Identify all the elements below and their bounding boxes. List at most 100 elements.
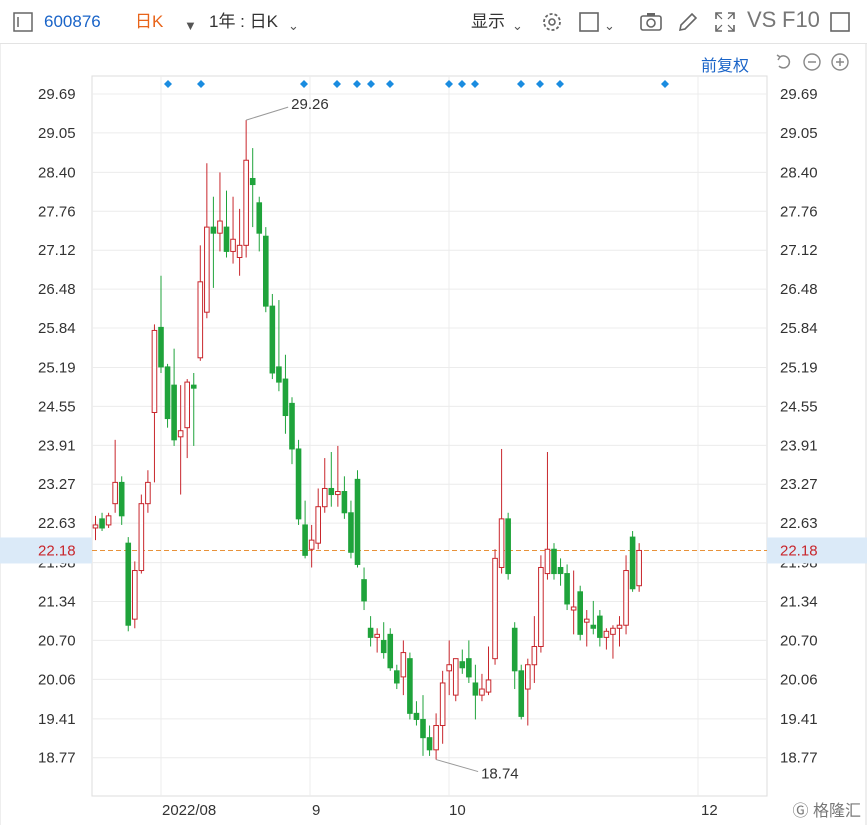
candle-body[interactable] [551, 548, 557, 575]
candle-body[interactable] [315, 506, 321, 544]
candle-body[interactable] [485, 679, 492, 693]
candle-body[interactable] [367, 627, 374, 638]
candle-body[interactable] [321, 487, 328, 508]
candle-body[interactable] [341, 491, 348, 514]
candle-body[interactable] [518, 670, 525, 717]
candle-body[interactable] [597, 615, 603, 638]
candle-body[interactable] [374, 633, 380, 638]
event-marker[interactable] [556, 80, 564, 88]
candle-body[interactable] [472, 682, 479, 696]
candle-body[interactable] [394, 670, 400, 684]
candle-body[interactable] [295, 448, 302, 520]
candle-body[interactable] [249, 177, 256, 186]
candle-body[interactable] [570, 606, 577, 611]
candle-body[interactable] [557, 566, 564, 575]
candle-body[interactable] [459, 661, 466, 669]
candle-body[interactable] [413, 712, 420, 720]
candle-body[interactable] [361, 579, 367, 602]
candle-body[interactable] [452, 658, 459, 696]
candle-body[interactable] [236, 244, 243, 259]
event-marker[interactable] [517, 80, 525, 88]
event-marker[interactable] [333, 80, 341, 88]
candle-body[interactable] [190, 384, 197, 389]
candle-body[interactable] [433, 725, 439, 751]
candle-body[interactable] [354, 478, 361, 565]
candle-body[interactable] [603, 630, 610, 638]
candle-body[interactable] [138, 503, 145, 572]
candle-body[interactable] [197, 281, 204, 359]
candle-body[interactable] [302, 524, 308, 556]
candle-body[interactable] [564, 573, 570, 605]
event-marker[interactable] [197, 80, 205, 88]
candle-body[interactable] [420, 718, 426, 739]
candle-body[interactable] [629, 536, 636, 590]
candle-body[interactable] [623, 570, 629, 626]
candle-body[interactable] [505, 518, 511, 575]
event-marker[interactable] [661, 80, 669, 88]
candle-body[interactable] [158, 326, 164, 368]
candle-body[interactable] [426, 737, 433, 751]
candle-body[interactable] [171, 384, 177, 441]
candle-body[interactable] [132, 570, 138, 620]
candle-body[interactable] [217, 220, 223, 234]
candle-body[interactable] [348, 512, 354, 553]
candle-body[interactable] [400, 652, 407, 678]
candle-body[interactable] [544, 548, 551, 575]
candle-body[interactable] [636, 549, 642, 587]
candle-body[interactable] [407, 658, 413, 714]
candle-body[interactable] [164, 366, 171, 420]
event-marker[interactable] [164, 80, 172, 88]
candle-body[interactable] [177, 430, 184, 438]
candle-body[interactable] [479, 688, 485, 696]
candle-body[interactable] [204, 226, 210, 313]
candle-body[interactable] [531, 646, 538, 666]
candle-body[interactable] [151, 329, 158, 413]
candlestick-chart[interactable]: 29.69 29.69 29.05 29.05 28.40 28.40 27.76 27.76… [0, 0, 867, 825]
candle-body[interactable] [145, 481, 151, 505]
candle-body[interactable] [243, 159, 249, 246]
candle-body[interactable] [118, 481, 125, 517]
candle-body[interactable] [105, 515, 112, 526]
candle-body[interactable] [492, 557, 498, 660]
candle-body[interactable] [308, 539, 315, 550]
candle-body[interactable] [263, 235, 269, 307]
candle-body[interactable] [616, 624, 623, 629]
event-marker[interactable] [458, 80, 466, 88]
event-marker[interactable] [367, 80, 375, 88]
candle-body[interactable] [184, 381, 190, 429]
candle-body[interactable] [328, 487, 335, 496]
candle-body[interactable] [498, 518, 505, 568]
event-marker[interactable] [300, 80, 308, 88]
candle-body[interactable] [112, 481, 118, 505]
candle-body[interactable] [538, 566, 544, 648]
event-marker[interactable] [353, 80, 361, 88]
candle-body[interactable] [387, 633, 394, 669]
candle-body[interactable] [99, 518, 105, 529]
candle-body[interactable] [380, 639, 387, 654]
candle-body[interactable] [446, 664, 452, 672]
candle-body[interactable] [282, 378, 289, 417]
candle-body[interactable] [223, 226, 230, 252]
candle-body[interactable] [256, 202, 263, 234]
candle-body[interactable] [289, 402, 295, 450]
candle-body[interactable] [125, 542, 132, 626]
candle-body[interactable] [590, 624, 597, 629]
event-marker[interactable] [445, 80, 453, 88]
candle-body[interactable] [439, 682, 446, 727]
candle-body[interactable] [583, 618, 590, 623]
event-marker[interactable] [471, 80, 479, 88]
y-tick-label-left: 23.91 [38, 437, 76, 454]
event-marker[interactable] [386, 80, 394, 88]
candle-body[interactable] [577, 591, 584, 635]
candle-body[interactable] [610, 627, 616, 635]
candle-body[interactable] [511, 627, 518, 672]
candle-body[interactable] [525, 664, 531, 690]
event-marker[interactable] [536, 80, 544, 88]
candle-body[interactable] [92, 524, 99, 529]
candle-body[interactable] [276, 366, 282, 383]
candle-body[interactable] [230, 238, 236, 252]
candle-body[interactable] [335, 491, 341, 496]
candle-body[interactable] [210, 226, 217, 234]
candle-body[interactable] [269, 305, 276, 374]
candle-body[interactable] [466, 658, 472, 678]
